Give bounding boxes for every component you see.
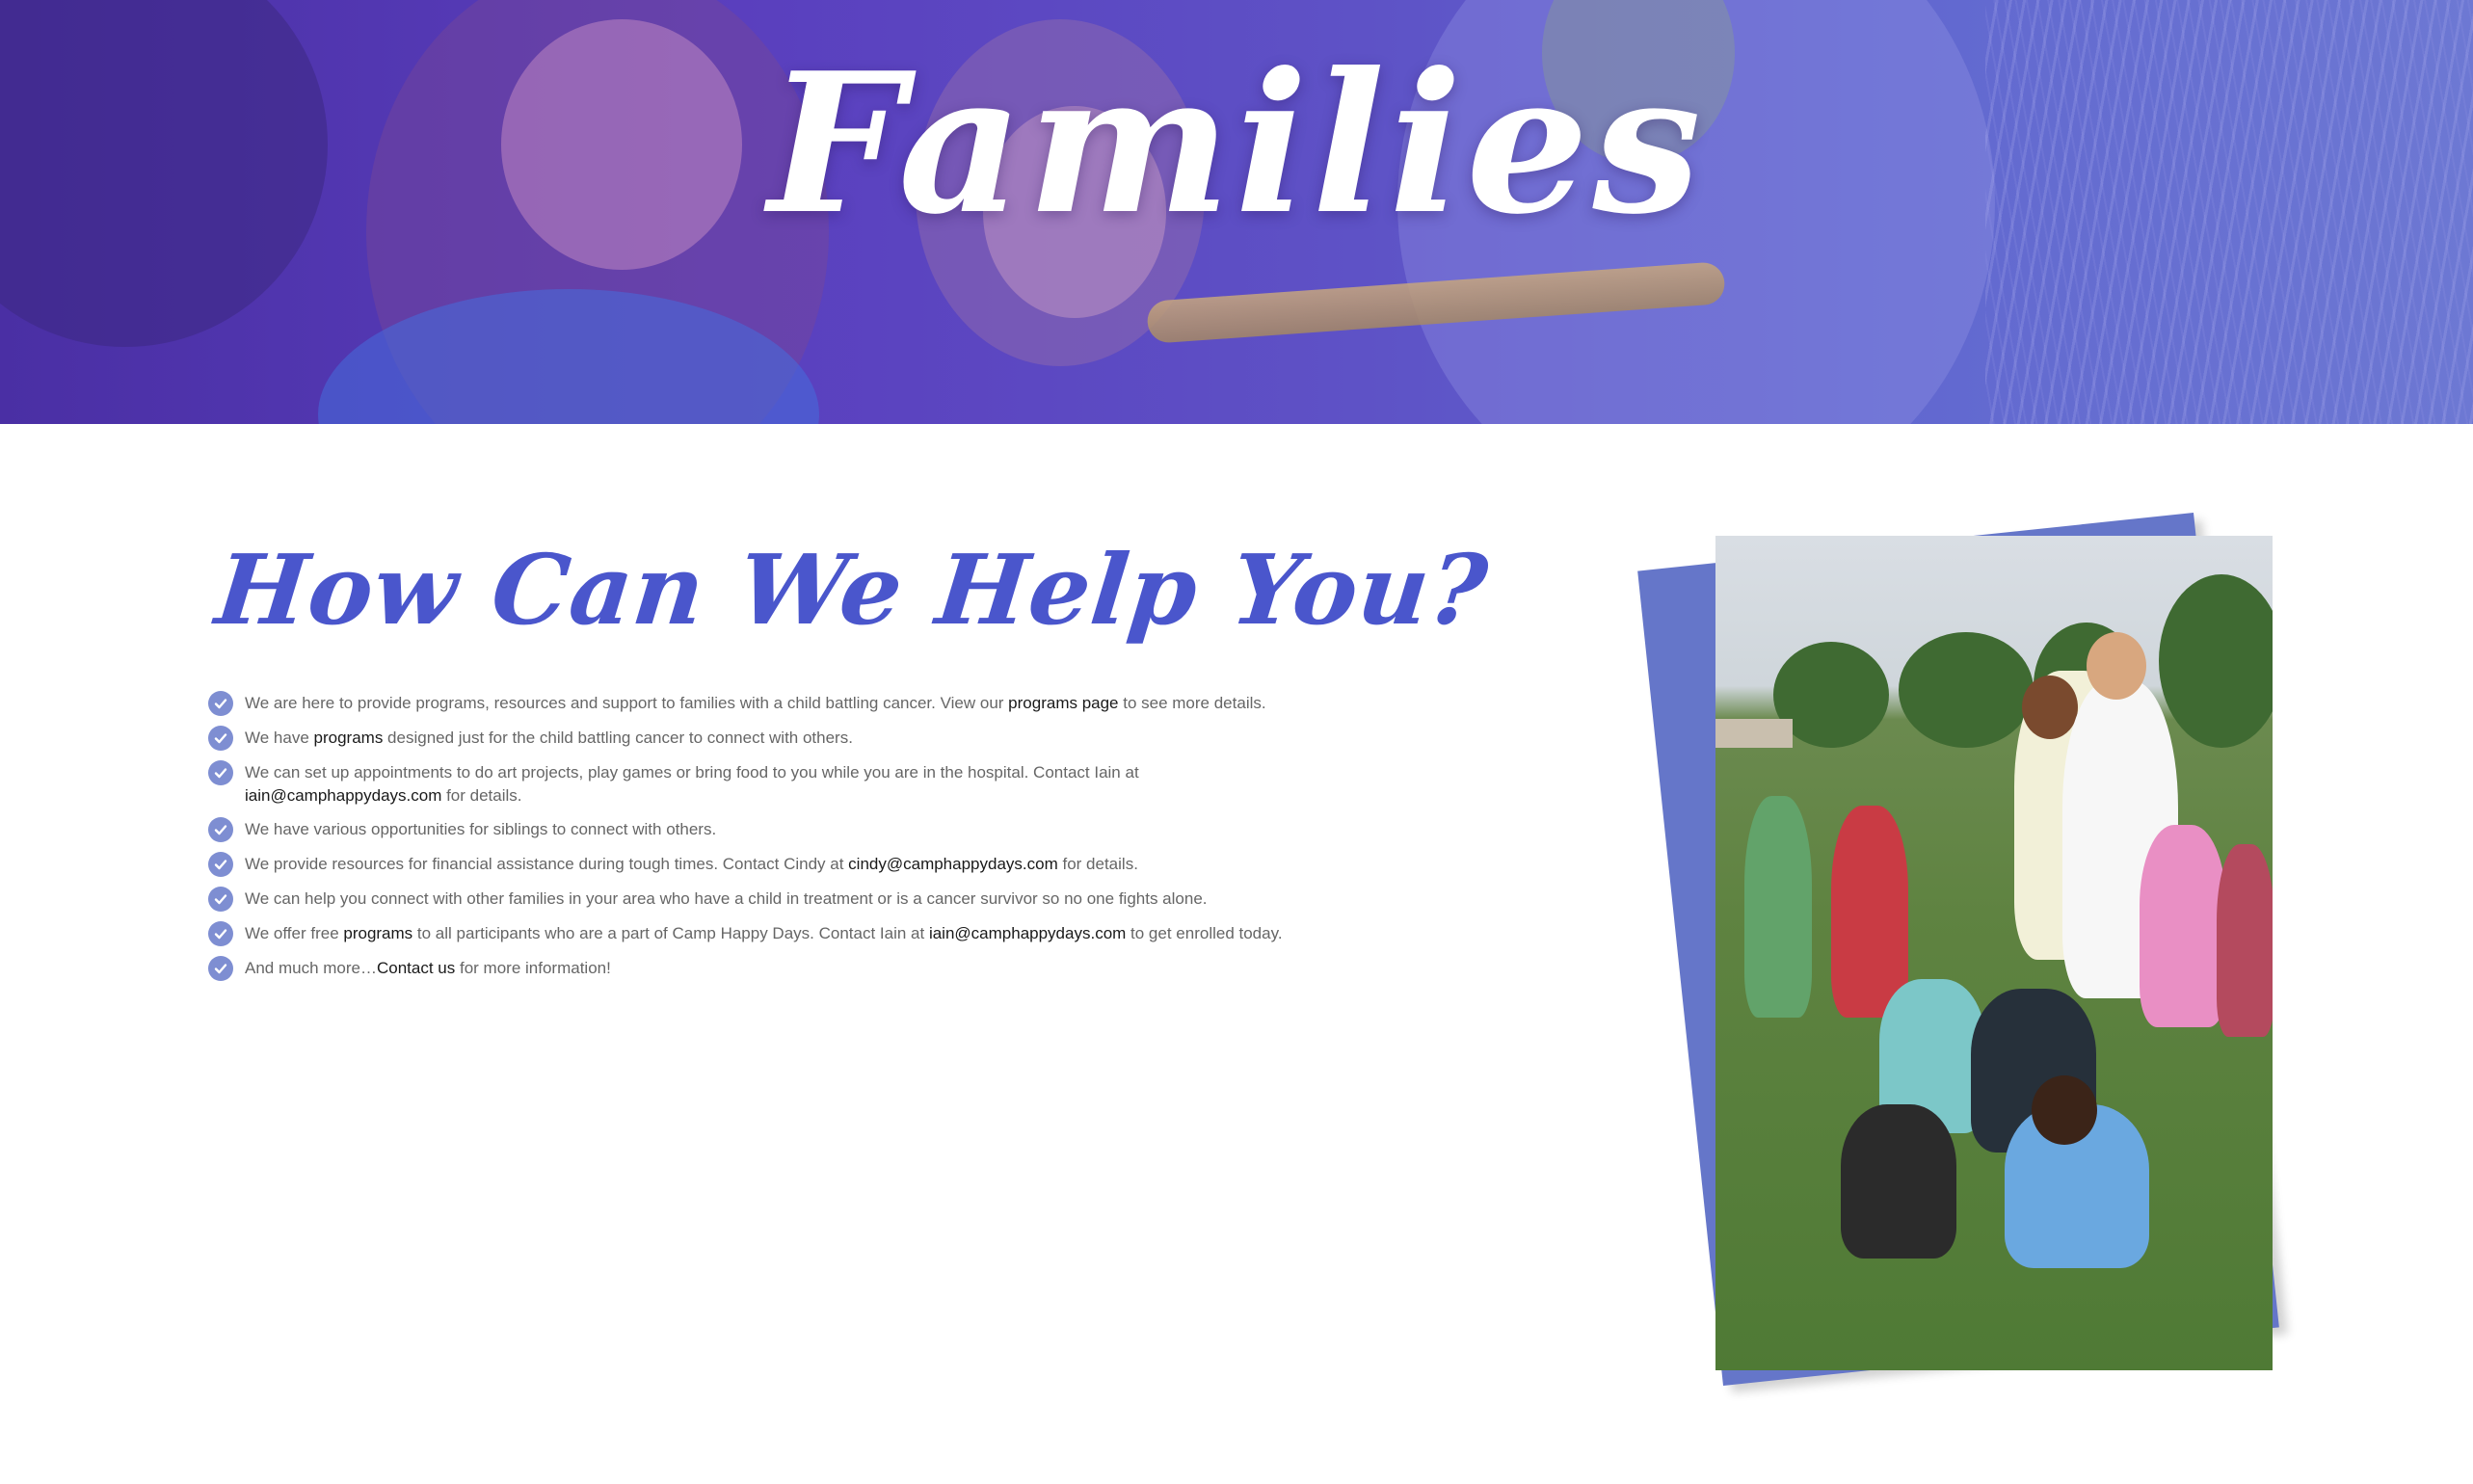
help-heading: How Can We Help You? — [210, 533, 1494, 647]
list-item: We offer free programs to all participan… — [208, 921, 1365, 946]
check-circle-icon — [208, 817, 233, 842]
page-title: Families — [767, 31, 1706, 257]
list-item: We provide resources for financial assis… — [208, 852, 1365, 877]
list-item: And much more…Contact us for more inform… — [208, 956, 1365, 981]
photo-person — [2140, 825, 2226, 1027]
list-item-text: We can set up appointments to do art pro… — [245, 763, 1139, 805]
photo-person — [2087, 632, 2146, 700]
check-circle-icon — [208, 921, 233, 946]
list-item: We are here to provide programs, resourc… — [208, 691, 1365, 716]
check-circle-icon — [208, 726, 233, 751]
help-list: We are here to provide programs, resourc… — [208, 691, 1365, 992]
check-circle-icon — [208, 956, 233, 981]
check-circle-icon — [208, 887, 233, 912]
list-item: We can set up appointments to do art pro… — [208, 760, 1365, 808]
list-item: We have various opportunities for siblin… — [208, 817, 1365, 842]
iain-email-link[interactable]: iain@camphappydays.com — [929, 924, 1126, 942]
list-item-text: We are here to provide programs, resourc… — [245, 694, 1266, 712]
photo-person — [2217, 844, 2273, 1037]
list-item-text: And much more…Contact us for more inform… — [245, 959, 611, 977]
list-item-text: We offer free programs to all participan… — [245, 924, 1283, 942]
list-item-text: We provide resources for financial assis… — [245, 855, 1138, 873]
list-item-text: We have programs designed just for the c… — [245, 729, 853, 747]
photo-person — [2022, 676, 2078, 739]
check-circle-icon — [208, 691, 233, 716]
campers-photo — [1715, 536, 2273, 1370]
contact-us-link[interactable]: Contact us — [377, 959, 455, 977]
cindy-email-link[interactable]: cindy@camphappydays.com — [848, 855, 1058, 873]
programs-link[interactable]: programs — [343, 924, 412, 942]
check-circle-icon — [208, 852, 233, 877]
check-circle-icon — [208, 760, 233, 785]
photo-person — [1744, 796, 1812, 1018]
programs-page-link[interactable]: programs page — [1008, 694, 1118, 712]
photo-tree — [2159, 574, 2273, 748]
photo-tree — [1899, 632, 2034, 748]
list-item: We can help you connect with other famil… — [208, 887, 1365, 912]
photo-person — [1841, 1104, 1956, 1259]
hero-banner: Families — [0, 0, 2473, 424]
list-item-text: We can help you connect with other famil… — [245, 889, 1208, 908]
iain-email-link[interactable]: iain@camphappydays.com — [245, 786, 441, 805]
photo-person — [1831, 806, 1908, 1018]
photo-building — [1715, 719, 1793, 748]
photo-person — [2032, 1075, 2097, 1145]
programs-link[interactable]: programs — [314, 729, 384, 747]
list-item-text: We have various opportunities for siblin… — [245, 820, 717, 838]
list-item: We have programs designed just for the c… — [208, 726, 1365, 751]
